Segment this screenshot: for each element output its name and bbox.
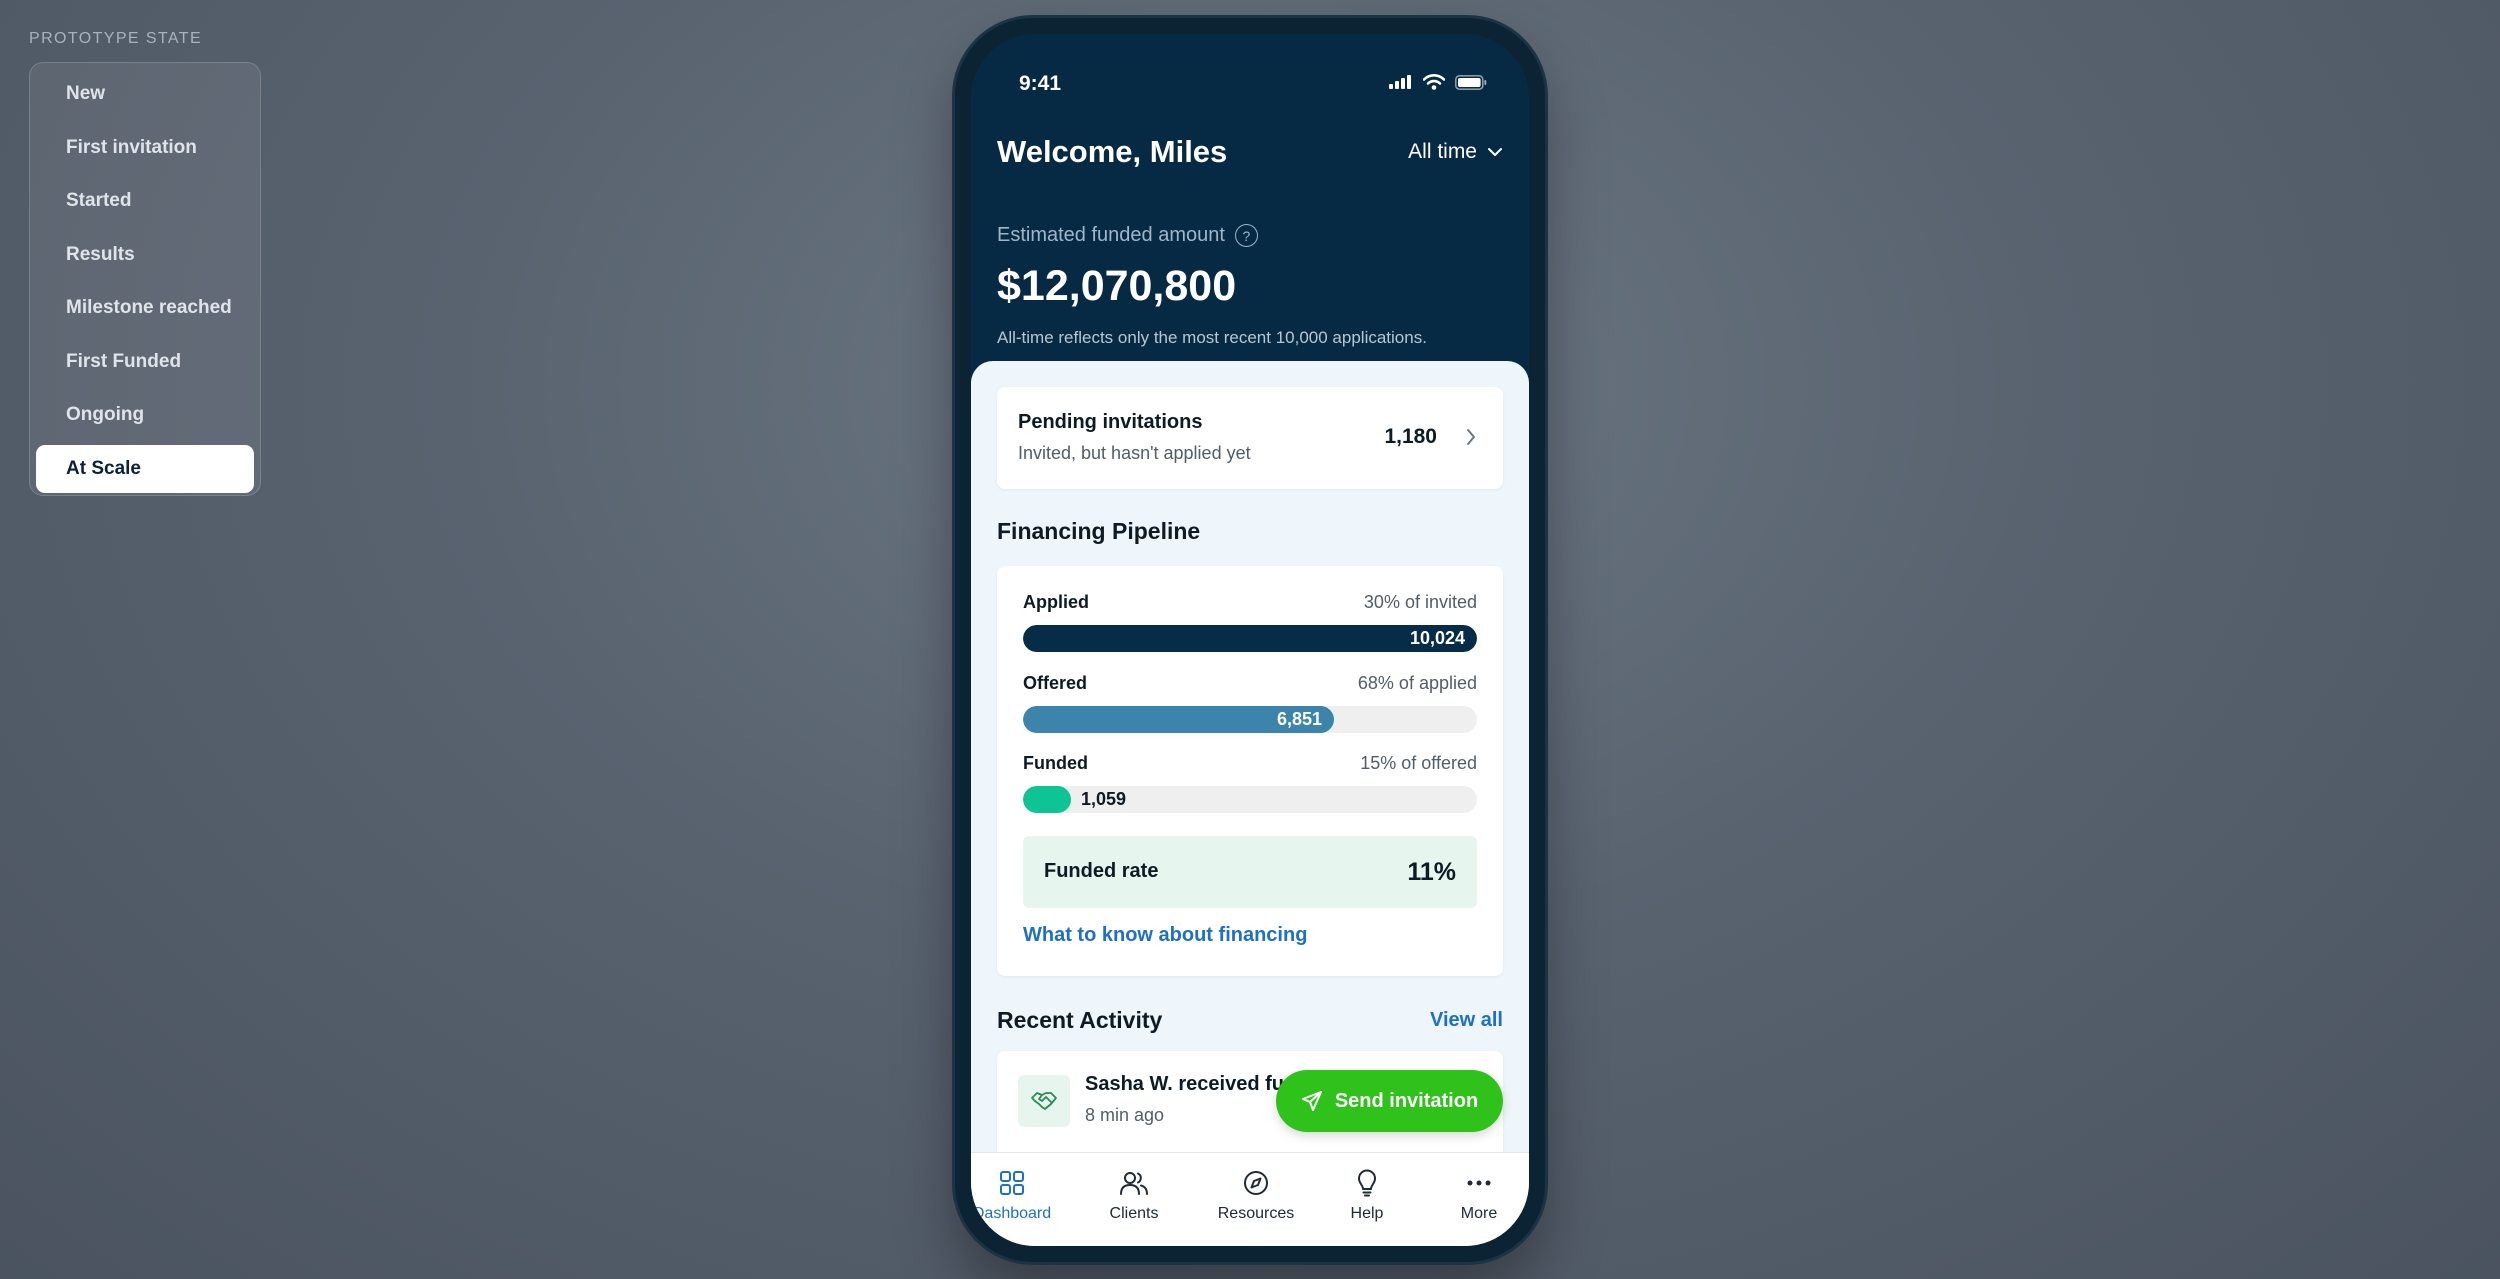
proto-item-new[interactable]: New bbox=[36, 70, 254, 118]
stage-applied-pct: 30% of invited bbox=[1363, 592, 1477, 612]
proto-item-label: Started bbox=[66, 190, 132, 211]
chevron-right-icon bbox=[1467, 429, 1475, 445]
proto-item-label: New bbox=[66, 83, 106, 104]
send-invitation-label: Send invitation bbox=[1334, 1089, 1479, 1112]
proto-item-first-invitation[interactable]: First invitation bbox=[36, 124, 254, 172]
handshake-icon bbox=[1018, 1075, 1070, 1127]
stage-offered-value: 6,851 bbox=[1277, 709, 1323, 729]
proto-item-ongoing[interactable]: Ongoing bbox=[36, 391, 254, 439]
funded-rate-box: Funded rate 11% bbox=[1023, 836, 1477, 908]
tab-label: Resources bbox=[1217, 1205, 1295, 1222]
time-filter-dropdown[interactable]: All time bbox=[1408, 140, 1503, 164]
pending-title: Pending invitations bbox=[1018, 411, 1203, 433]
phone-screen: 9:41 Welcome, Miles All time Estimated f… bbox=[971, 34, 1529, 1246]
stage-offered-label: Offered bbox=[1023, 673, 1088, 693]
stage-offered-pct: 68% of applied bbox=[1357, 673, 1477, 693]
stage-funded-label: Funded bbox=[1023, 753, 1088, 773]
tab-help[interactable]: Help bbox=[1317, 1169, 1417, 1223]
proto-item-label: At Scale bbox=[66, 457, 141, 479]
status-icons bbox=[1389, 74, 1487, 90]
funded-rate-label: Funded rate bbox=[1044, 860, 1159, 882]
help-circle-icon[interactable]: ? bbox=[1234, 224, 1258, 247]
stage-funded-pct: 15% of offered bbox=[1360, 753, 1477, 773]
tab-label: More bbox=[1460, 1205, 1498, 1222]
prototype-state-label: PROTOTYPE STATE bbox=[29, 30, 203, 47]
estimated-funded-label: Estimated funded amount ? bbox=[997, 224, 1258, 247]
proto-item-started[interactable]: Started bbox=[36, 177, 254, 225]
users-icon bbox=[1120, 1172, 1148, 1195]
stage-applied-fill bbox=[1023, 625, 1477, 652]
proto-item-at-scale[interactable]: At Scale bbox=[36, 444, 254, 493]
compass-icon bbox=[1244, 1171, 1268, 1195]
stage-applied-value: 10,024 bbox=[1410, 628, 1466, 648]
view-all-link[interactable]: View all bbox=[1430, 1009, 1503, 1032]
stage-funded-fill bbox=[1023, 786, 1071, 813]
lightbulb-icon bbox=[1358, 1169, 1376, 1197]
phone-frame: 9:41 Welcome, Miles All time Estimated f… bbox=[955, 18, 1545, 1262]
chevron-down-icon bbox=[1488, 148, 1502, 156]
dashboard-header: Welcome, Miles All time bbox=[997, 134, 1503, 170]
bottom-tab-bar: Dashboard Clients Resources Help More bbox=[971, 1152, 1529, 1246]
send-icon bbox=[1301, 1091, 1322, 1111]
financing-pipeline-card: Applied 30% of invited 10,024 Offered 68… bbox=[997, 566, 1503, 976]
amount-note: All-time reflects only the most recent 1… bbox=[997, 328, 1427, 347]
prototype-state-panel: New First invitation Started Results Mil… bbox=[29, 62, 261, 496]
stage-funded-value: 1,059 bbox=[1081, 789, 1127, 809]
estimated-funded-text: Estimated funded amount bbox=[997, 224, 1225, 246]
tab-label: Clients bbox=[1109, 1205, 1159, 1222]
pending-subtitle: Invited, but hasn't applied yet bbox=[1018, 443, 1251, 463]
stage-offered-track: 6,851 bbox=[1023, 706, 1477, 733]
proto-item-results[interactable]: Results bbox=[36, 231, 254, 279]
proto-item-first-funded[interactable]: First Funded bbox=[36, 338, 254, 386]
tab-more[interactable]: More bbox=[1439, 1169, 1519, 1223]
proto-item-label: First Funded bbox=[66, 350, 182, 372]
tab-label: Dashboard bbox=[972, 1205, 1052, 1222]
proto-item-label: Ongoing bbox=[66, 404, 145, 425]
proto-item-label: Results bbox=[66, 243, 135, 265]
proto-item-label: First invitation bbox=[66, 136, 197, 158]
status-bar: 9:41 bbox=[971, 34, 1529, 106]
proto-item-milestone-reached[interactable]: Milestone reached bbox=[36, 284, 254, 332]
pending-count: 1,180 bbox=[1384, 425, 1437, 448]
tab-clients[interactable]: Clients bbox=[1084, 1169, 1184, 1223]
status-time: 9:41 bbox=[1019, 72, 1062, 95]
send-invitation-button[interactable]: Send invitation bbox=[1276, 1070, 1503, 1132]
funded-rate-value: 11% bbox=[1407, 858, 1456, 886]
tab-dashboard[interactable]: Dashboard bbox=[971, 1169, 1062, 1223]
recent-activity-title: Recent Activity bbox=[997, 1007, 1163, 1033]
pending-invitations-card[interactable]: Pending invitations Invited, but hasn't … bbox=[997, 387, 1503, 489]
activity-title: Sasha W. received fu bbox=[1085, 1073, 1284, 1095]
funded-amount: $12,070,800 bbox=[997, 262, 1237, 310]
tab-label: Help bbox=[1350, 1205, 1384, 1222]
more-icon bbox=[1467, 1180, 1491, 1186]
battery-icon bbox=[1455, 74, 1487, 90]
signal-icon bbox=[1389, 75, 1411, 89]
stage-funded-track: 1,059 bbox=[1023, 786, 1477, 813]
proto-item-label: Milestone reached bbox=[66, 297, 232, 318]
stage-applied-label: Applied bbox=[1023, 592, 1089, 612]
financing-info-link[interactable]: What to know about financing bbox=[1023, 924, 1307, 947]
grid-icon bbox=[1000, 1171, 1024, 1195]
wifi-icon bbox=[1423, 74, 1445, 90]
pipeline-title: Financing Pipeline bbox=[997, 518, 1201, 544]
time-filter-label: All time bbox=[1408, 140, 1477, 163]
tab-resources[interactable]: Resources bbox=[1206, 1169, 1306, 1223]
activity-time: 8 min ago bbox=[1085, 1105, 1165, 1125]
stage-applied-track: 10,024 bbox=[1023, 625, 1477, 652]
